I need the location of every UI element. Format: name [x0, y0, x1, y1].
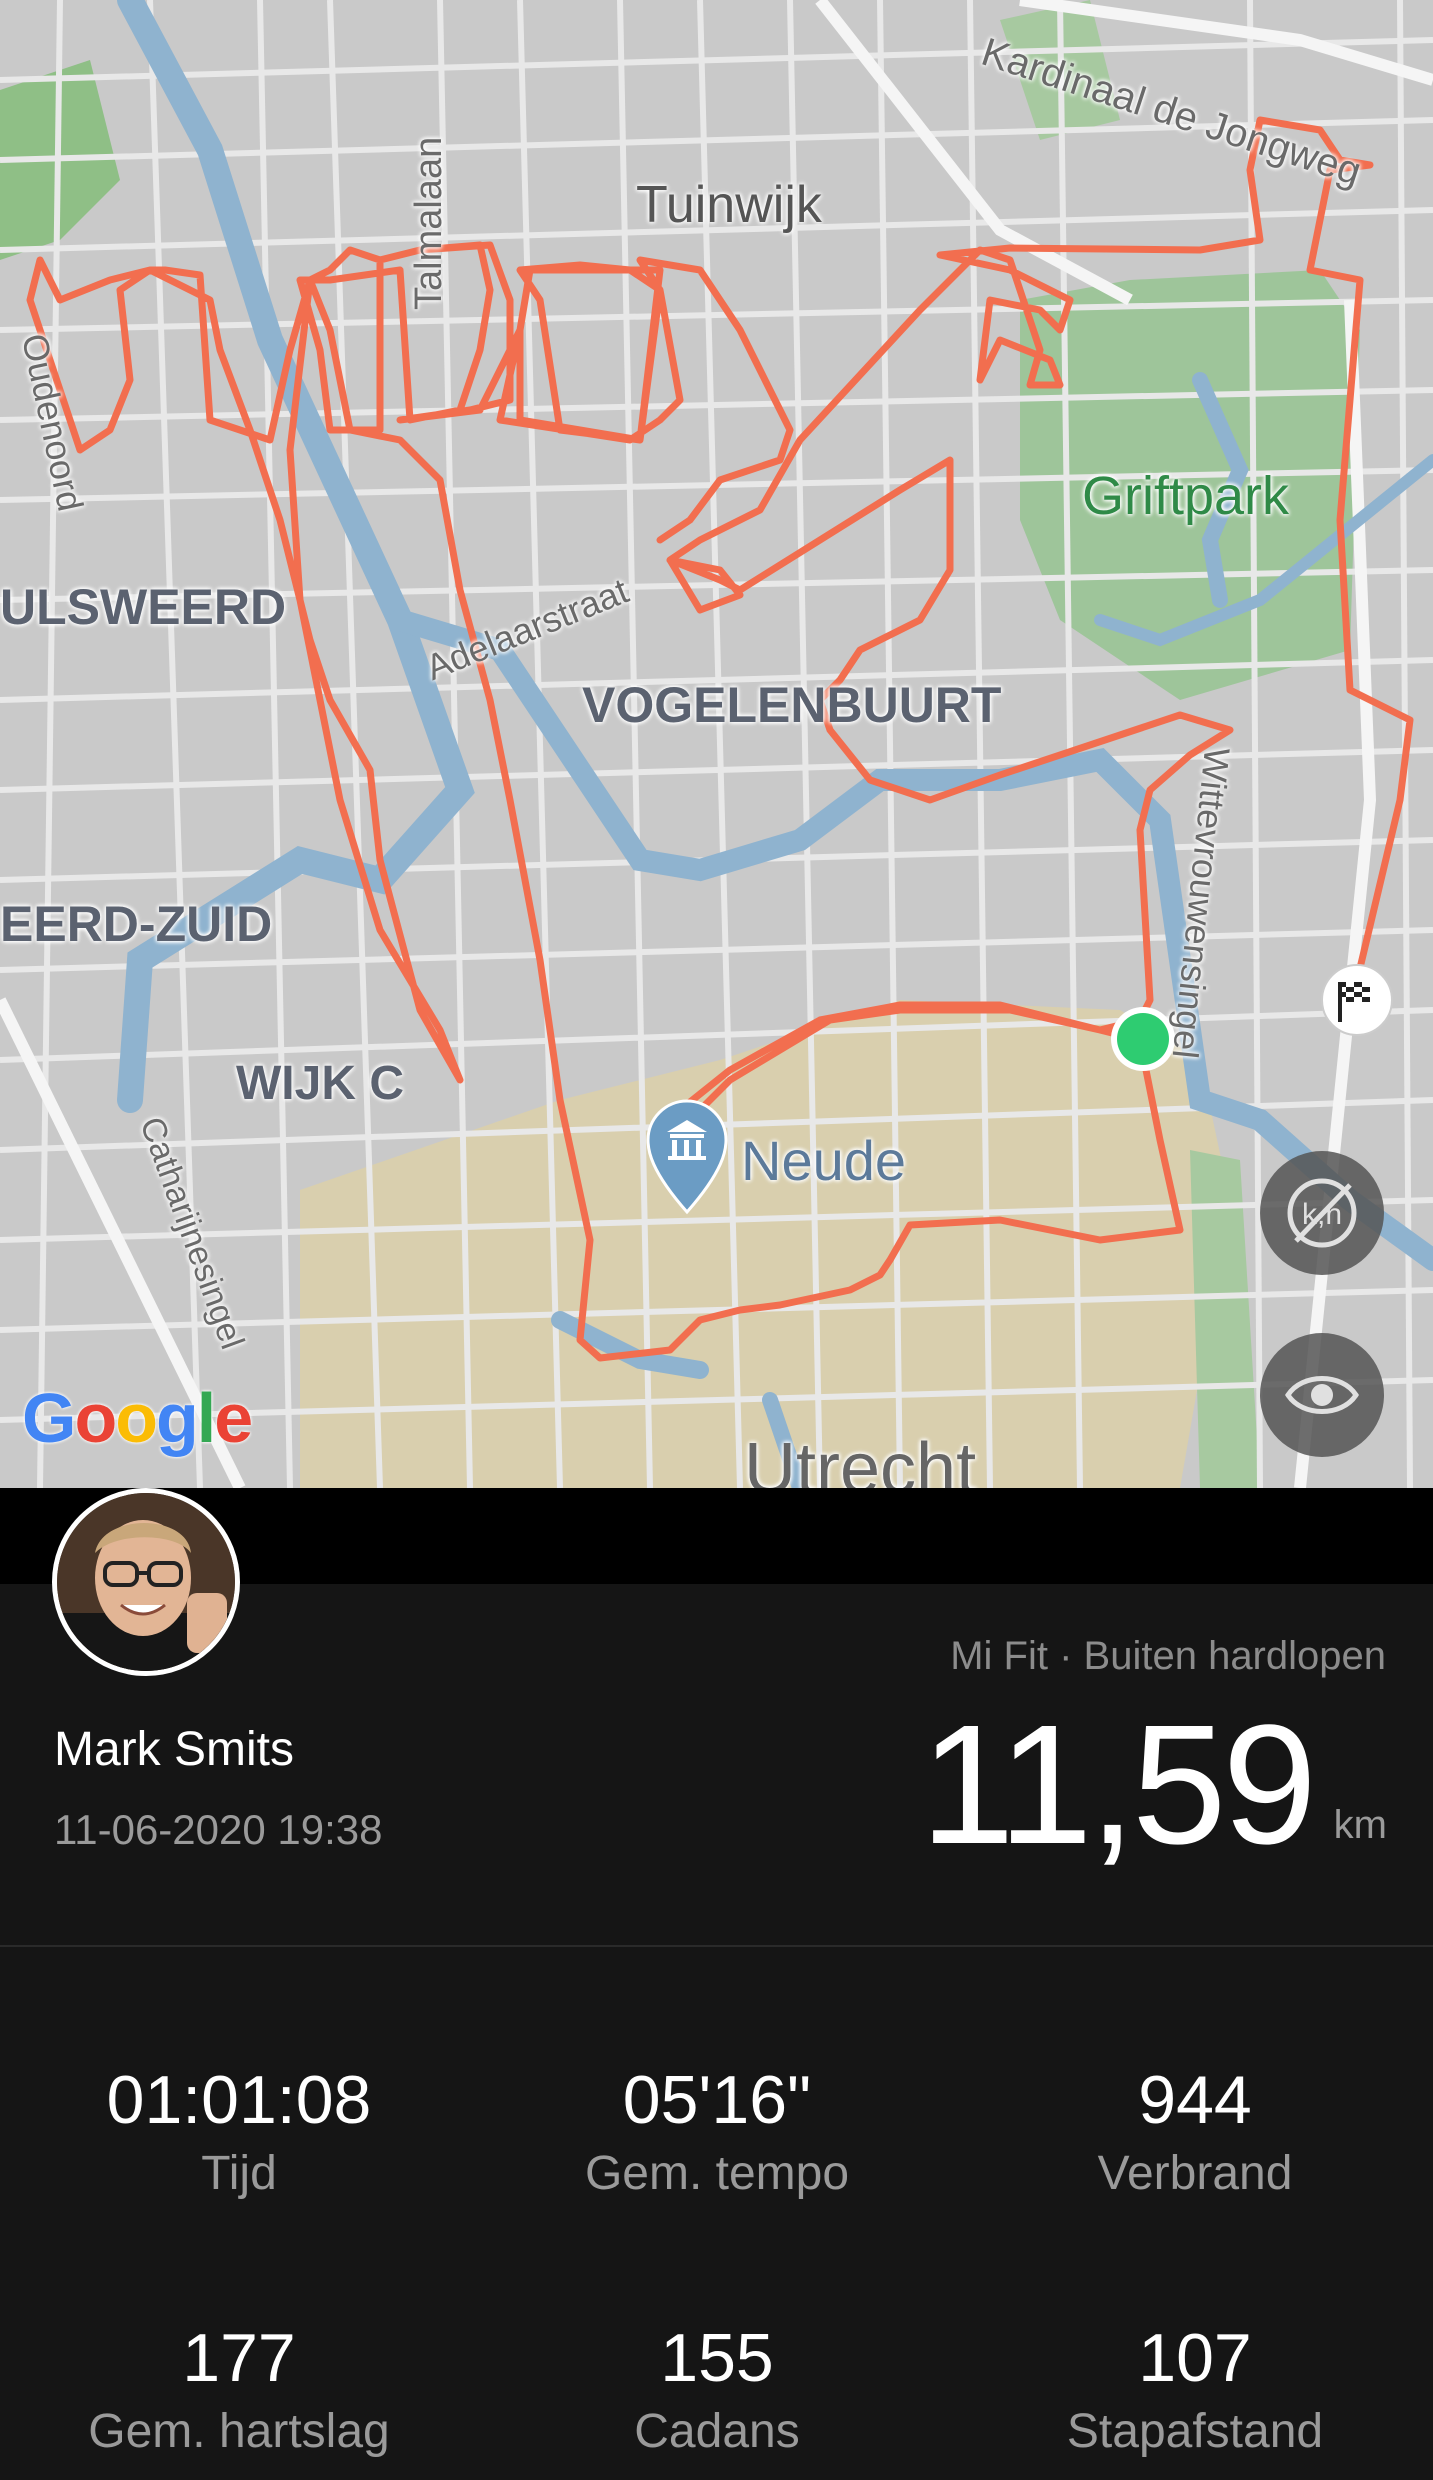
district-label-tuinwijk: Tuinwijk: [636, 176, 822, 234]
city-label-utrecht: Utrecht: [744, 1429, 977, 1488]
stat-label: Gem. hartslag: [88, 2405, 390, 2458]
divider: [0, 1945, 1433, 1947]
toggle-km-markers-button[interactable]: k,n: [1260, 1151, 1384, 1275]
stat-avg-heart-rate: 177 Gem. hartslag: [0, 2318, 478, 2462]
user-name: Mark Smits: [54, 1723, 294, 1776]
stat-value: 177: [182, 2320, 296, 2396]
distance-value: 11,59: [920, 1690, 1317, 1880]
stat-label: Gem. tempo: [584, 2147, 850, 2200]
stat-time: 01:01:08 Tijd: [0, 2060, 478, 2204]
poi-label-neude[interactable]: Neude: [741, 1128, 906, 1193]
stat-label: Cadans: [634, 2405, 800, 2458]
stat-value: 155: [660, 2320, 774, 2396]
stat-value: 01:01:08: [106, 2062, 372, 2138]
stat-stride-length: 107 Stapafstand: [956, 2318, 1433, 2462]
google-logo: Google: [22, 1379, 253, 1457]
district-label-wijk-c: WIJK C: [236, 1057, 404, 1110]
stat-calories: 944 Verbrand: [956, 2060, 1433, 2204]
district-label-zuilensweerd: ULSWEERD: [0, 579, 287, 635]
park-label-griftpark: Griftpark: [1082, 466, 1290, 526]
city-center-area: [300, 1000, 1230, 1488]
stat-avg-pace: 05'16" Gem. tempo: [478, 2060, 956, 2204]
stat-label: Verbrand: [1097, 2147, 1293, 2200]
avatar[interactable]: [52, 1488, 240, 1676]
stat-value: 107: [1138, 2320, 1252, 2396]
stat-value: 944: [1138, 2062, 1252, 2138]
stat-value: 05'16": [622, 2062, 812, 2138]
checkered-flag-icon[interactable]: [1321, 964, 1393, 1036]
activity-source: Mi Fit · Buiten hardlopen: [950, 1634, 1386, 1678]
park-strip: [1190, 1150, 1260, 1488]
visibility-toggle-button[interactable]: [1260, 1333, 1384, 1457]
route-map[interactable]: Kardinaal de Jongweg Tuinwijk Talmalaan …: [0, 0, 1433, 1488]
stat-label: Tijd: [201, 2147, 277, 2200]
eye-icon: [1285, 1376, 1359, 1414]
activity-datetime: 11-06-2020 19:38: [54, 1806, 383, 1853]
stat-label: Stapafstand: [1066, 2405, 1324, 2458]
stat-cadence: 155 Cadans: [478, 2318, 956, 2462]
street-label-talmalaan: Talmalaan: [408, 136, 450, 310]
user-photo: [57, 1493, 235, 1671]
district-label-weerd-zuid: EERD-ZUID: [0, 896, 273, 952]
start-marker[interactable]: [1117, 1013, 1169, 1065]
distance-unit: km: [1333, 1803, 1387, 1847]
km-off-icon: k,n: [1287, 1178, 1357, 1248]
district-label-vogelenbuurt: VOGELENBUURT: [582, 677, 1002, 733]
